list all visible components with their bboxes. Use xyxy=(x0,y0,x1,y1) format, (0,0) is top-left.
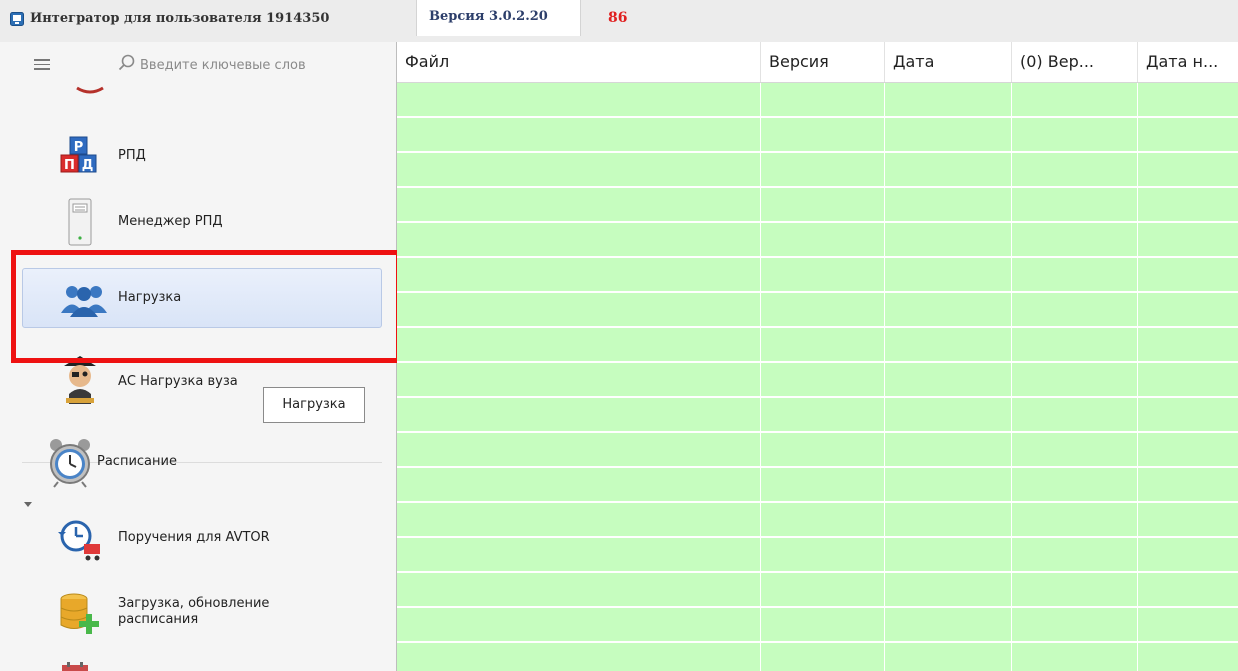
column-header-version[interactable]: Версия xyxy=(761,42,885,82)
search-icon xyxy=(118,54,135,71)
version-label: Версия 3.0.2.20 xyxy=(429,9,548,24)
svg-text:П: П xyxy=(64,158,75,173)
sidebar-item-porucheniya[interactable]: Поручения для AVTOR xyxy=(22,508,382,568)
hamburger-menu-icon[interactable] xyxy=(34,59,50,70)
grid-header: Файл Версия Дата (0) Вер... Дата н... xyxy=(397,42,1238,83)
column-header-file[interactable]: Файл xyxy=(397,42,761,82)
sidebar: Р П Д РПД Менеджер РПД Нагрузка xyxy=(0,42,397,671)
svg-text:Д: Д xyxy=(82,158,94,173)
column-header-date-n[interactable]: Дата н... xyxy=(1138,42,1238,82)
sidebar-item-nagruzka[interactable]: Нагрузка xyxy=(22,268,382,328)
sidebar-item-zagruzka-raspisaniya[interactable]: Загрузка, обновление расписания xyxy=(22,582,382,642)
title-bar: Интегратор для пользователя 1914350 Верс… xyxy=(0,0,1238,42)
partial-item-icon xyxy=(76,86,104,94)
database-add-icon xyxy=(60,593,99,634)
sidebar-item-label: Менеджер РПД xyxy=(118,214,223,229)
sidebar-item-label: Загрузка, обновление расписания xyxy=(118,596,270,627)
column-header-version-0[interactable]: (0) Вер... xyxy=(1012,42,1138,82)
sidebar-item-label: Нагрузка xyxy=(118,290,182,305)
search-input[interactable] xyxy=(138,52,382,78)
server-icon xyxy=(68,198,92,246)
sidebar-item-label: Поручения для AVTOR xyxy=(118,530,270,545)
grid-body[interactable] xyxy=(397,83,1238,671)
files-grid: Файл Версия Дата (0) Вер... Дата н... xyxy=(397,42,1238,671)
partial-item-icon xyxy=(62,662,88,671)
sidebar-header xyxy=(0,42,396,86)
users-group-icon xyxy=(61,286,107,317)
sidebar-item-label: АС Нагрузка вуза xyxy=(118,374,238,389)
sidebar-group-raspisanie[interactable]: Расписание xyxy=(22,432,382,492)
sidebar-item-rpd-manager[interactable]: Менеджер РПД xyxy=(22,192,382,252)
pirate-mascot-icon xyxy=(64,356,96,404)
counter-badge: 86 xyxy=(608,10,628,26)
alarm-clock-icon xyxy=(50,439,90,488)
clock-cart-icon xyxy=(58,520,100,561)
app-icon xyxy=(10,12,24,26)
tab-version[interactable]: Версия 3.0.2.20 xyxy=(416,0,581,36)
svg-text:Р: Р xyxy=(74,140,84,155)
rpd-blocks-icon: Р П Д xyxy=(60,136,97,173)
window-title: Интегратор для пользователя 1914350 xyxy=(30,11,330,26)
column-header-date[interactable]: Дата xyxy=(885,42,1012,82)
chevron-down-icon[interactable] xyxy=(24,502,32,507)
sidebar-item-label: Расписание xyxy=(97,454,177,469)
sidebar-item-rpd[interactable]: Р П Д РПД xyxy=(22,126,382,186)
sidebar-item-label: РПД xyxy=(118,148,146,163)
tooltip: Нагрузка xyxy=(263,387,365,423)
